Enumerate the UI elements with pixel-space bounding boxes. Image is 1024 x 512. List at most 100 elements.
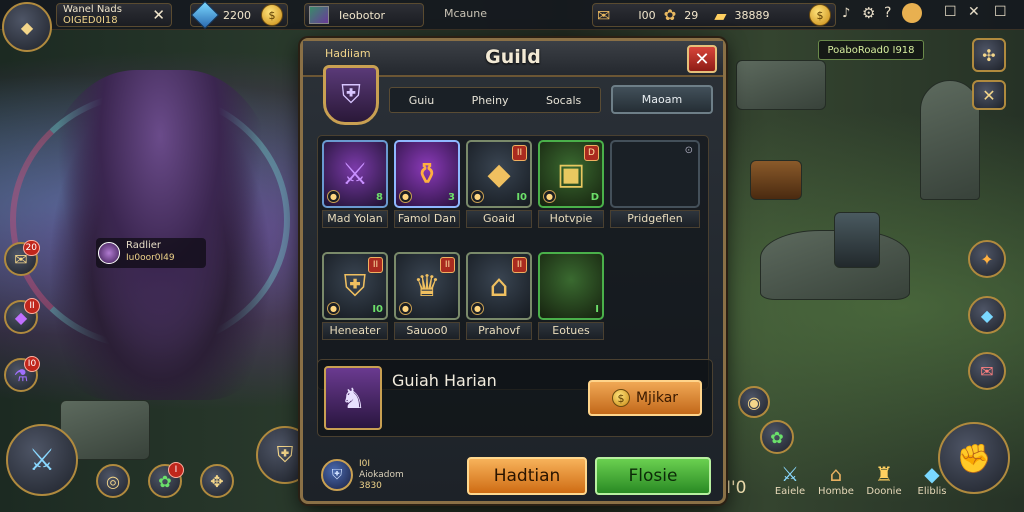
rarity-icon: ● <box>399 190 412 203</box>
tab-guild[interactable]: Guiu <box>406 92 438 109</box>
guild-item-grid: ⚔ ● 8 Mad Yolan ⚱ ● 3 Famol Dan ◆ II ● I0 Goaid ▣ D ● D H… <box>317 135 709 390</box>
world-button-1[interactable]: ◉ <box>738 386 770 418</box>
scroll-icon: ✉ <box>597 5 611 25</box>
guild-slot[interactable]: ▣ D ● D Hotvpie <box>538 140 604 228</box>
player-name: Wanel Nads <box>63 4 122 15</box>
rarity-icon: ● <box>327 190 340 203</box>
rarity-icon: ● <box>399 302 412 315</box>
member-line-2: Aiokadom <box>359 470 404 480</box>
side-button-scroll[interactable]: ✉ 20 <box>4 240 40 276</box>
guild-slot[interactable]: I Eotues <box>538 252 604 340</box>
world-button-2[interactable]: ✿ <box>760 420 794 454</box>
guild-slot[interactable]: ⛨ II ● I0 Heneater <box>322 252 388 340</box>
nav-label: Eaiele <box>774 486 806 497</box>
item-icon: ⚔ <box>341 156 369 192</box>
music-icon[interactable]: ♪ <box>842 6 850 21</box>
guild-slot[interactable]: ♛ II ● Sauoo0 <box>394 252 460 340</box>
fist-icon: ✊ <box>956 441 992 475</box>
hero-tag[interactable]: Radlier Iu0oor0I49 <box>96 238 206 268</box>
side-button-crystal[interactable]: ◆ II <box>4 298 40 334</box>
coin-icon: $ <box>261 4 283 26</box>
slot-count: I0 <box>372 304 383 315</box>
stone-pillar <box>834 212 880 268</box>
player-info[interactable]: Wanel Nads OIGED0I18 ✕ <box>56 3 172 27</box>
maoam-button[interactable]: Maoam <box>611 85 713 114</box>
slot-label: Sauoo0 <box>394 322 460 340</box>
map-button[interactable]: ✥ <box>200 464 234 498</box>
skill-button[interactable]: ✿ I <box>148 462 184 498</box>
crystal-icon: ◆ <box>980 305 994 325</box>
notification-badge: I0 <box>24 356 40 372</box>
notification-badge: II <box>24 298 40 314</box>
star-icon: ✦ <box>980 249 994 269</box>
member-line-1: I0I <box>359 459 371 469</box>
close-icon[interactable]: ✕ <box>152 6 165 24</box>
nav-item-eliblis[interactable]: ◆ Eliblis <box>912 462 952 497</box>
mount-button[interactable]: ◎ <box>96 464 130 498</box>
guild-slot[interactable]: ◆ II ● I0 Goaid <box>466 140 532 228</box>
guild-slot[interactable]: ⚔ ● 8 Mad Yolan <box>322 140 388 228</box>
item-icon: ◆ <box>487 156 511 192</box>
slot-frame: ⚱ ● 3 <box>394 140 460 208</box>
flosie-button[interactable]: Flosie <box>595 457 711 495</box>
slot-count: I <box>595 304 599 315</box>
hero-character <box>40 70 280 400</box>
bottom-nav: ⚔ Eaiele ⌂ Hombe ♜ Doonie ◆ Eliblis <box>770 462 956 510</box>
sword-icon: ⚔ <box>781 462 799 486</box>
nav-item-hombe[interactable]: ⌂ Hombe <box>816 462 856 497</box>
guild-slot[interactable]: ⌂ II ● Prahovf <box>466 252 532 340</box>
slot-count: I0 <box>516 192 527 203</box>
notification-badge: 20 <box>22 240 40 256</box>
world-info-chip[interactable]: PoaboRoad0 I918 <box>818 40 924 60</box>
right-button-c[interactable]: ✦ <box>968 240 1006 278</box>
settings-icon[interactable]: ⚙ <box>862 4 875 22</box>
gems-counter[interactable]: 2200 $ <box>190 0 288 30</box>
right-button-b[interactable]: ✕ <box>972 80 1006 110</box>
guild-slot[interactable]: ⊙ Pridgeflen <box>610 140 700 228</box>
resource-1-value: I00 <box>638 8 656 22</box>
tab-socals[interactable]: Socals <box>543 92 584 109</box>
player-avatar[interactable]: ◆ <box>2 2 52 52</box>
slot-frame: ♛ II ● <box>394 252 460 320</box>
treasure-chest <box>750 160 802 200</box>
item-icon: ⌂ <box>489 268 509 304</box>
nav-label: Doonie <box>866 486 902 497</box>
slot-count: 3 <box>448 192 455 203</box>
hero-id: Iu0oor0I49 <box>126 253 175 263</box>
close-button[interactable]: ✕ <box>687 45 717 73</box>
bag-icon: ♜ <box>875 462 893 486</box>
notification-badge: I <box>168 462 184 478</box>
slot-count: 8 <box>376 192 383 203</box>
nav-label: Eliblis <box>917 486 947 497</box>
close-icon[interactable]: ✕ <box>968 4 980 20</box>
slot-label: Heneater <box>322 322 388 340</box>
tab-pheiny[interactable]: Pheiny <box>469 92 512 109</box>
side-button-potion[interactable]: ⚗ I0 <box>4 356 40 392</box>
nav-item-doonie[interactable]: ♜ Doonie <box>864 462 904 497</box>
emoji-icon[interactable] <box>902 3 922 23</box>
chat-icon[interactable]: ☐ <box>944 4 957 20</box>
right-button-a[interactable]: ✣ <box>972 38 1006 72</box>
compass-icon: ✥ <box>210 471 224 491</box>
nav-item-eaiele[interactable]: ⚔ Eaiele <box>770 462 810 497</box>
ruin-stone <box>760 230 910 300</box>
rarity-icon: ● <box>327 302 340 315</box>
resources-bar[interactable]: ✉ I00 ✿ 29 ▰ 38889 $ <box>592 3 836 27</box>
member-avatar[interactable]: ⛨ <box>321 459 353 491</box>
help-icon[interactable]: ? <box>884 5 891 21</box>
hero-aura <box>10 90 290 350</box>
guild-emblem[interactable]: ⛨ <box>323 65 379 125</box>
slot-frame: ⛨ II ● I0 <box>322 252 388 320</box>
name-box[interactable]: Ieobotor <box>304 3 424 27</box>
leaf-icon: ✿ <box>663 6 677 24</box>
player-id: OIGED0I18 <box>63 15 118 26</box>
attack-button[interactable]: ⚔ <box>6 424 78 496</box>
guild-slot[interactable]: ⚱ ● 3 Famol Dan <box>394 140 460 228</box>
mjikar-button[interactable]: $ Mjikar <box>588 380 702 416</box>
right-button-d[interactable]: ◆ <box>968 296 1006 334</box>
hadtian-button[interactable]: Hadtian <box>467 457 587 495</box>
right-button-e[interactable]: ✉ <box>968 352 1006 390</box>
guild-info-panel: ♞ Guiah Harian $ Mjikar <box>317 359 713 437</box>
guild-portrait[interactable]: ♞ <box>324 366 382 430</box>
chat-icon[interactable]: ☐ <box>994 4 1007 20</box>
